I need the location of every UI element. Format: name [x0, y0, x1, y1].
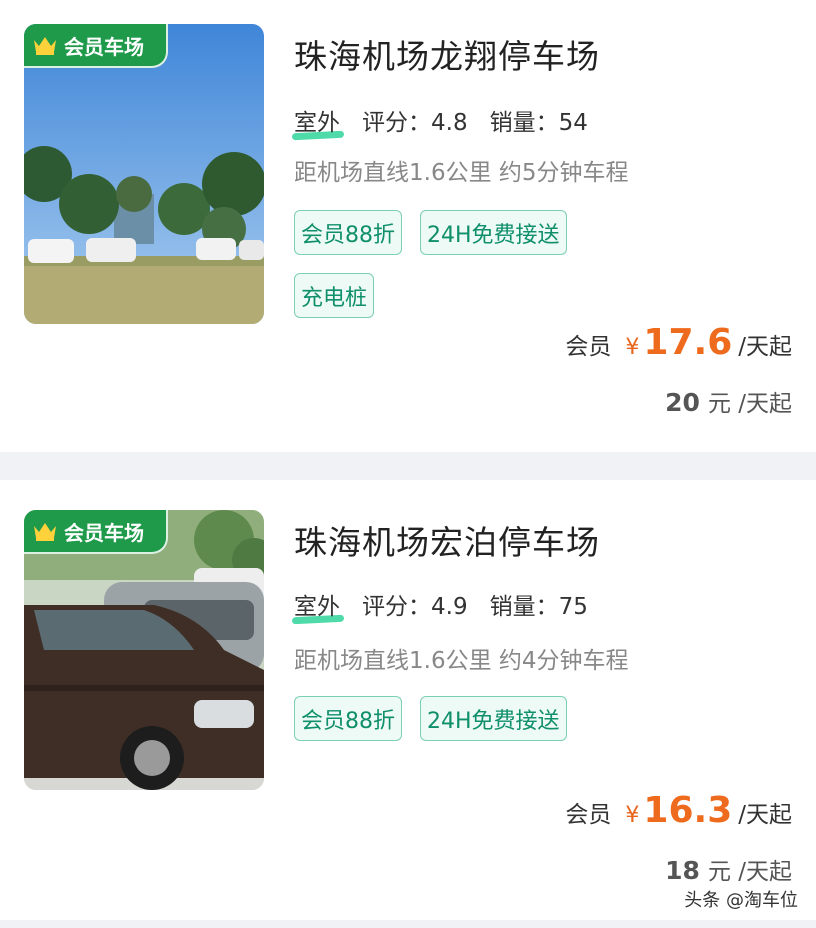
member-price-value: 16.3 [643, 790, 733, 831]
original-price-value: 18 [665, 856, 700, 885]
original-price: 18 元 /天起 [665, 852, 792, 886]
member-price-value: 17.6 [643, 322, 733, 363]
sales-count: 销量：54 [489, 110, 588, 136]
member-price-label: 会员 [565, 334, 612, 360]
original-price-unit: 元 /天起 [707, 859, 792, 885]
feature-tag: 24H免费接送 [420, 210, 567, 255]
currency-symbol: ¥ [625, 335, 640, 360]
watermark: 头条 @淘车位 [684, 890, 798, 911]
rating: 评分：4.8 [362, 110, 468, 136]
currency-symbol: ¥ [625, 803, 640, 828]
crown-icon [34, 523, 56, 541]
distance-info: 距机场直线1.6公里 约5分钟车程 [294, 160, 629, 186]
parking-lot-image [24, 24, 264, 324]
sales-count: 销量：75 [489, 594, 588, 620]
lot-type: 室外 [294, 103, 340, 137]
feature-tag: 充电桩 [294, 273, 375, 318]
member-price-label: 会员 [565, 802, 612, 828]
original-price-value: 20 [665, 388, 700, 417]
feature-tag: 24H免费接送 [420, 696, 567, 741]
lot-type: 室外 [294, 587, 340, 621]
original-price-unit: 元 /天起 [707, 391, 792, 417]
badge-label: 会员车场 [64, 34, 144, 59]
parking-lot-name[interactable]: 珠海机场宏泊停车场 [294, 516, 600, 564]
price-unit: /天起 [738, 802, 792, 828]
price-unit: /天起 [738, 334, 792, 360]
listing-meta: 室外 评分：4.8 销量：54 [294, 103, 588, 137]
member-price: 会员 ¥ 17.6 /天起 [565, 322, 792, 363]
member-lot-badge: 会员车场 [24, 24, 168, 68]
distance-info: 距机场直线1.6公里 约4分钟车程 [294, 648, 629, 674]
parking-listing-card[interactable]: 会员车场 珠海机场龙翔停车场 室外 评分：4.8 销量：54 距机场直线1.6公… [0, 0, 816, 452]
badge-label: 会员车场 [64, 520, 144, 545]
listing-meta: 室外 评分：4.9 销量：75 [294, 587, 588, 621]
feature-tags: 会员88折 24H免费接送 [294, 696, 614, 741]
parking-lot-name[interactable]: 珠海机场龙翔停车场 [294, 30, 600, 78]
parking-lot-photo[interactable]: 会员车场 [24, 24, 264, 324]
feature-tags: 会员88折 24H免费接送 充电桩 [294, 210, 614, 318]
original-price: 20 元 /天起 [665, 384, 792, 418]
crown-icon [34, 37, 56, 55]
parking-listing-card[interactable]: 会员车场 珠海机场宏泊停车场 室外 评分：4.9 销量：75 距机场直线1.6公… [0, 480, 816, 920]
parking-lot-photo[interactable]: 会员车场 [24, 510, 264, 790]
rating: 评分：4.9 [362, 594, 468, 620]
member-lot-badge: 会员车场 [24, 510, 168, 554]
feature-tag: 会员88折 [294, 210, 402, 255]
feature-tag: 会员88折 [294, 696, 402, 741]
member-price: 会员 ¥ 16.3 /天起 [565, 790, 792, 831]
